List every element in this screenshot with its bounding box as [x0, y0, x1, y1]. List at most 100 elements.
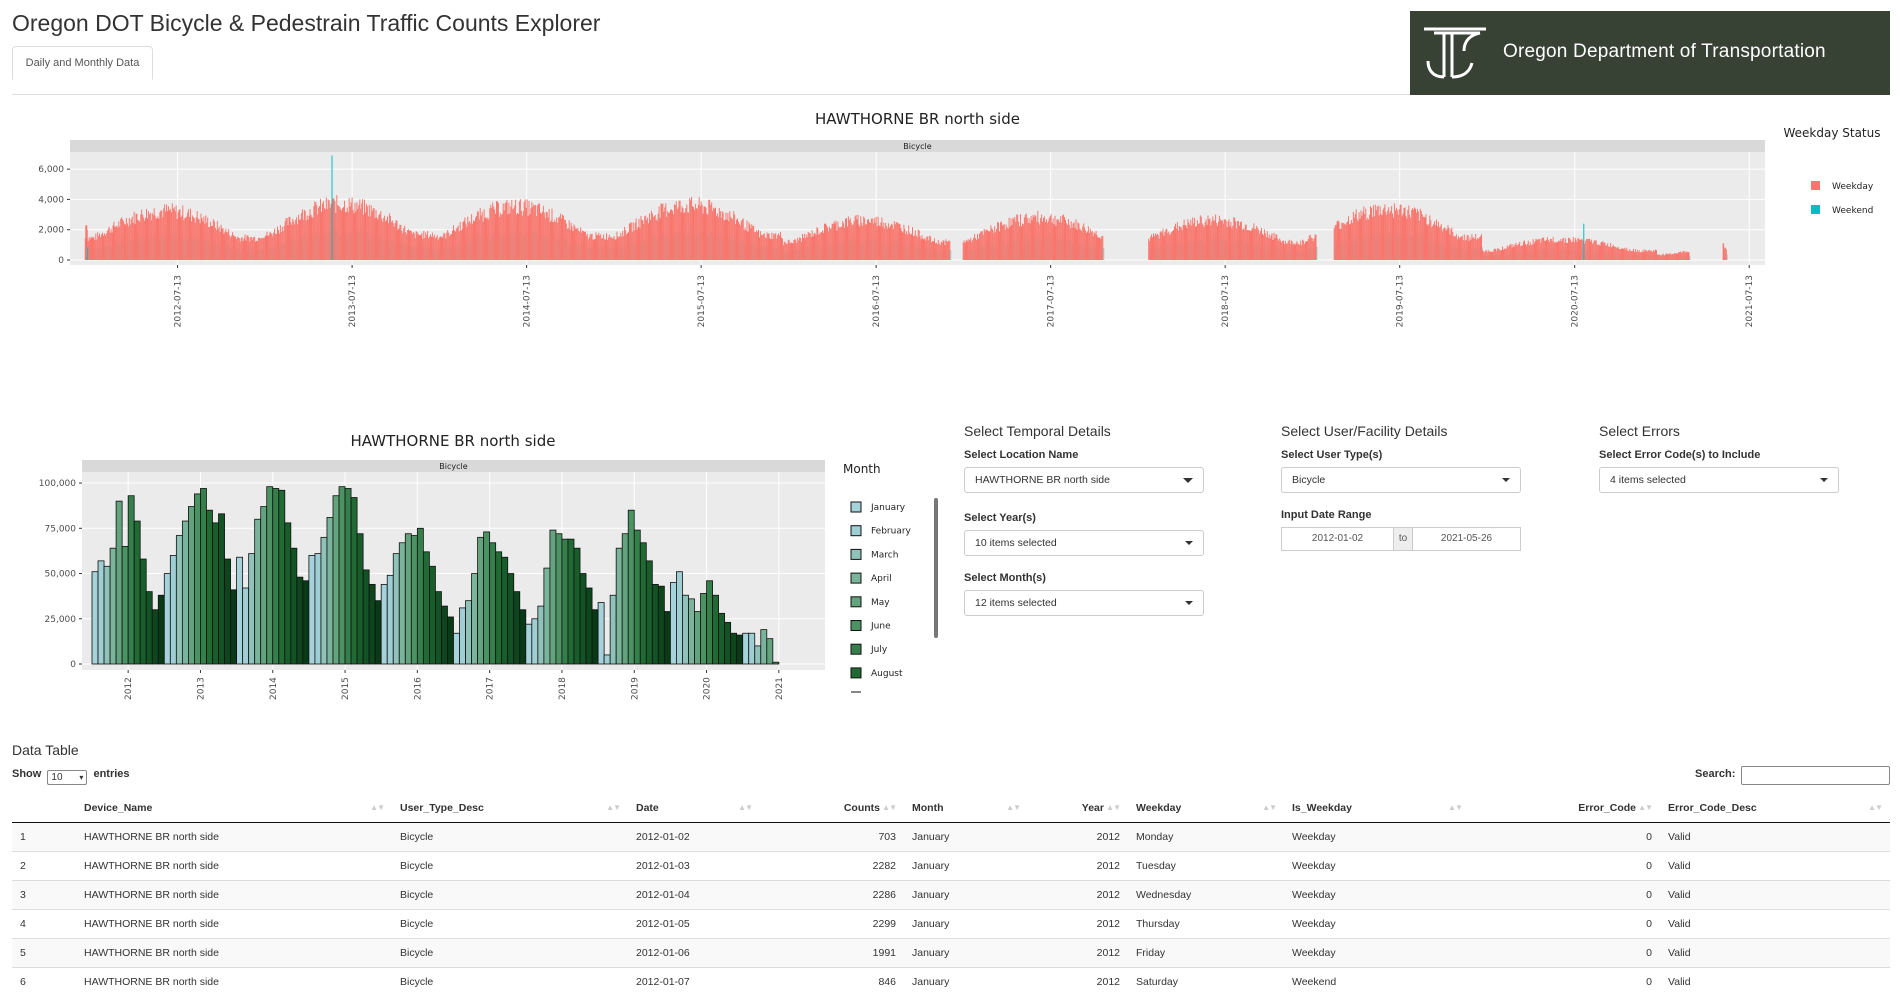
col-header-year[interactable]: Year ▲▼: [1028, 794, 1128, 823]
table-cell: 3: [12, 879, 76, 909]
data-bar: [290, 547, 298, 665]
data-bar: [700, 593, 707, 665]
entries-length-select[interactable]: 10 ▾: [47, 770, 88, 785]
daily-counts-chart: HAWTHORNE BR north side Bicycle 0 2,000 4,00…: [38, 110, 1880, 327]
user-type-value: Bicycle: [1292, 474, 1326, 486]
data-bar: [609, 594, 617, 665]
data-bar: [597, 602, 605, 665]
col-header-label: Error_Code_Desc: [1668, 801, 1757, 814]
table-row[interactable]: 2 HAWTHORNE BR north side Bicycle 2012-01-0…: [12, 850, 1890, 880]
table-cell: 2012: [1028, 966, 1128, 993]
location-select[interactable]: HAWTHORNE BR north side: [964, 467, 1204, 493]
search-input[interactable]: [1741, 766, 1890, 785]
table-row[interactable]: 1 HAWTHORNE BR north side Bicycle 2012-01-0…: [12, 821, 1890, 851]
col-header-is-weekday[interactable]: Is_Weekday ▲▼: [1284, 794, 1470, 823]
col-header-label: Is_Weekday: [1292, 801, 1352, 814]
years-select[interactable]: 10 items selected: [964, 530, 1204, 556]
data-bar: [603, 654, 611, 665]
data-bar: [181, 520, 189, 665]
data-bar: [200, 488, 207, 665]
data-bar: [344, 488, 352, 665]
data-bar: [254, 518, 262, 665]
date-start-input[interactable]: 2012-01-02: [1281, 527, 1394, 551]
x-tick-label: 2014-07-13: [523, 275, 533, 327]
table-cell: 2286: [760, 879, 904, 909]
table-cell: 2012-01-02: [628, 821, 760, 851]
table-cell: Weekday: [1284, 908, 1470, 938]
table-cell: Valid: [1660, 850, 1890, 880]
table-cell: 2: [12, 850, 76, 880]
table-cell: Bicycle: [392, 937, 628, 967]
table-row[interactable]: 3 HAWTHORNE BR north side Bicycle 2012-01-0…: [12, 879, 1890, 909]
date-range-separator: to: [1394, 527, 1412, 551]
date-range-label: Input Date Range: [1281, 509, 1372, 521]
data-bar: [688, 598, 695, 665]
data-bar: [127, 495, 135, 665]
table-row[interactable]: 5 HAWTHORNE BR north side Bicycle 2012-01-0…: [12, 937, 1890, 967]
months-select[interactable]: 12 items selected: [964, 590, 1204, 616]
data-bar: [368, 583, 376, 665]
table-row[interactable]: 4 HAWTHORNE BR north side Bicycle 2012-01-0…: [12, 908, 1890, 938]
data-bar: [730, 632, 738, 665]
col-header-index[interactable]: [12, 794, 76, 823]
table-cell: 2012-01-06: [628, 937, 760, 967]
data-bar: [766, 638, 774, 665]
data-bar: [477, 536, 485, 665]
table-cell: Bicycle: [392, 966, 628, 993]
sort-icon: ▲▼: [370, 803, 385, 812]
table-row[interactable]: 6 HAWTHORNE BR north side Bicycle 2012-01-0…: [12, 966, 1890, 993]
chevron-down-icon: [1502, 478, 1510, 482]
table-cell: HAWTHORNE BR north side: [76, 821, 392, 851]
tab-daily-monthly[interactable]: Daily and Monthly Data: [12, 46, 153, 80]
user-heading: Select User/Facility Details: [1281, 423, 1448, 439]
col-header-error-code[interactable]: Error_Code ▲▼: [1470, 794, 1660, 823]
sort-icon: ▲▼: [1448, 803, 1463, 812]
table-cell: HAWTHORNE BR north side: [76, 850, 392, 880]
sort-icon: ▲▼: [1262, 803, 1277, 812]
data-bar: [507, 573, 515, 665]
data-bar: [374, 600, 382, 665]
legend-swatch: [850, 643, 862, 655]
sort-icon: ▲▼: [1638, 803, 1653, 812]
col-header-error-desc[interactable]: Error_Code_Desc ▲▼: [1660, 794, 1890, 823]
monthly-counts-chart: HAWTHORNE BR north side Bicycle 0 25,000 50,…: [39, 432, 938, 700]
table-cell: Valid: [1660, 966, 1890, 993]
x-tick-label: 2019-07-13: [1396, 275, 1406, 327]
data-bar: [591, 609, 599, 665]
legend-label: August: [871, 669, 903, 679]
data-bar: [380, 583, 388, 665]
x-tick-label: 2017-07-13: [1047, 275, 1057, 327]
legend-swatch: [850, 620, 862, 631]
x-tick-label: 2021: [775, 677, 785, 700]
chart-title: HAWTHORNE BR north side: [351, 432, 556, 450]
x-tick-label: 2012: [124, 677, 134, 700]
data-bar: [187, 506, 195, 665]
x-tick-label: 2013-07-13: [348, 275, 358, 327]
data-bar: [386, 574, 394, 665]
data-bar: [242, 587, 250, 665]
x-tick-label: 2021-07-13: [1745, 275, 1755, 327]
date-end-input[interactable]: 2021-05-26: [1412, 527, 1521, 551]
years-label: Select Year(s): [964, 512, 1036, 524]
legend-label: June: [870, 622, 891, 632]
col-header-date[interactable]: Date ▲▼: [628, 794, 760, 823]
col-header-counts[interactable]: Counts ▲▼: [760, 794, 904, 823]
table-cell: Wednesday: [1128, 879, 1284, 909]
user-type-select[interactable]: Bicycle: [1281, 467, 1521, 493]
location-label: Select Location Name: [964, 449, 1079, 461]
y-tick-label: 6,000: [38, 165, 64, 175]
legend-label: January: [870, 503, 906, 513]
data-bar: [537, 605, 545, 665]
error-codes-select[interactable]: 4 items selected: [1599, 467, 1839, 493]
col-header-device-name[interactable]: Device_Name ▲▼: [76, 794, 392, 823]
col-header-weekday[interactable]: Weekday ▲▼: [1128, 794, 1284, 823]
odot-logo-icon: [1424, 27, 1486, 79]
data-bar: [356, 533, 364, 665]
y-tick-label: 0: [58, 256, 64, 266]
legend-swatch: [850, 572, 862, 584]
col-header-month[interactable]: Month ▲▼: [904, 794, 1028, 823]
col-header-user-type[interactable]: User_Type_Desc ▲▼: [392, 794, 628, 823]
sort-icon: ▲▼: [1006, 803, 1021, 812]
sort-icon: ▲▼: [1868, 803, 1883, 812]
data-bar: [742, 632, 750, 665]
